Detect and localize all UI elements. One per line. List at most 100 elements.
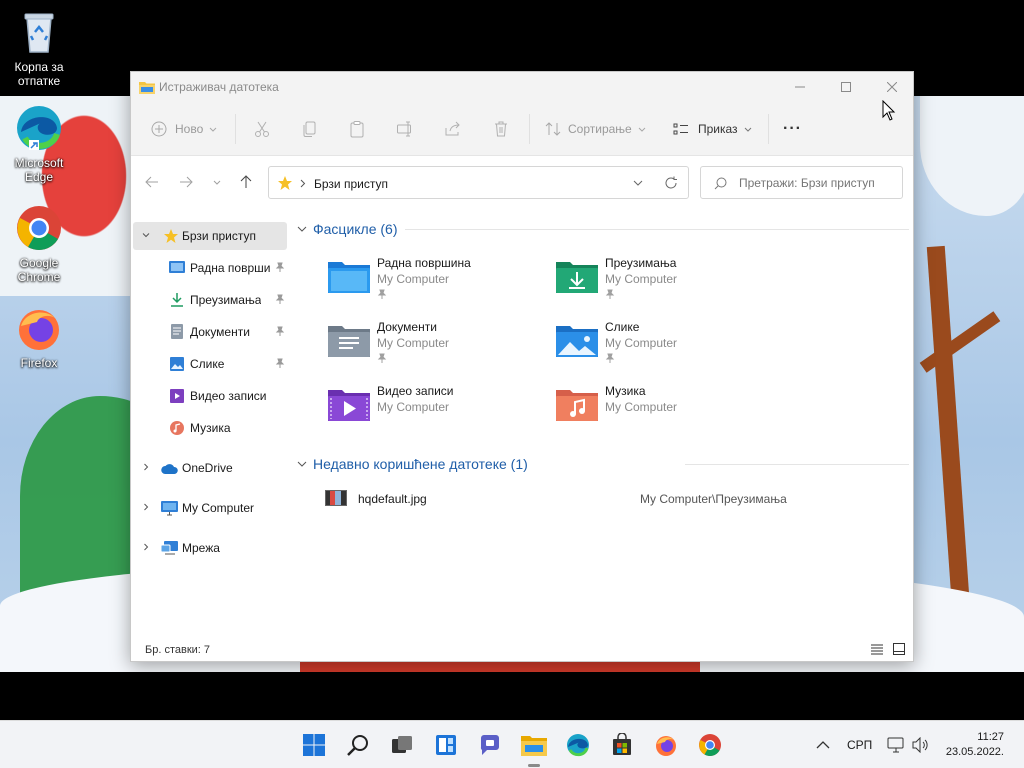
search-box[interactable] — [700, 166, 903, 199]
volume-button[interactable] — [912, 721, 930, 768]
close-button[interactable] — [869, 72, 915, 102]
nav-item-network[interactable]: Мрежа — [133, 534, 287, 562]
command-bar: Ново Сортирање Приказ ··· — [131, 102, 913, 156]
folders-group-header[interactable]: Фасцикле (6) — [297, 218, 398, 240]
pin-icon — [275, 325, 285, 339]
copy-icon — [303, 121, 316, 137]
pictures-icon — [170, 357, 184, 374]
maximize-button[interactable] — [823, 72, 869, 102]
recent-locations-button[interactable] — [206, 172, 228, 192]
image-thumbnail-icon — [325, 490, 347, 506]
folder-tile-documents[interactable]: Документи My Computer — [327, 318, 547, 374]
downloads-icon — [169, 293, 185, 310]
pin-icon — [275, 357, 285, 371]
clock-date: 23.05.2022. — [945, 746, 1004, 758]
desktop-icon-recycle-bin[interactable]: Корпа за отпатке — [1, 8, 77, 88]
desktop-icon-chrome[interactable]: Google Chrome — [1, 204, 77, 284]
taskbar-edge[interactable] — [564, 731, 592, 759]
desktop-icon-label: Корпа за отпатке — [14, 60, 64, 88]
downloads-folder-icon — [556, 262, 598, 293]
paste-button[interactable] — [348, 102, 366, 156]
forward-button[interactable] — [175, 172, 197, 192]
share-button[interactable] — [444, 102, 462, 156]
star-icon — [278, 176, 292, 190]
recent-file-row[interactable]: hqdefault.jpg My Computer\Преузимања — [323, 488, 903, 512]
firefox-icon — [15, 304, 63, 352]
recent-file-path: My Computer\Преузимања — [640, 492, 787, 506]
new-button[interactable]: Ново — [151, 102, 218, 156]
search-input[interactable] — [739, 176, 899, 190]
minimize-button[interactable] — [777, 72, 823, 102]
chevron-down-icon[interactable] — [633, 179, 643, 187]
address-bar[interactable]: Брзи приступ — [268, 166, 689, 199]
show-hidden-icons-button[interactable] — [816, 721, 830, 768]
widgets-button[interactable] — [432, 731, 460, 759]
sort-button[interactable]: Сортирање — [545, 102, 647, 156]
task-view-button[interactable] — [388, 731, 416, 759]
widgets-icon — [436, 735, 456, 755]
network-status-button[interactable] — [887, 721, 905, 768]
desktop-icon-edge[interactable]: Microsoft Edge — [1, 104, 77, 184]
music-folder-icon — [556, 390, 598, 421]
delete-button[interactable] — [492, 102, 510, 156]
details-view-icon — [871, 644, 883, 655]
recent-group-header[interactable]: Недавно коришћене датотеке (1) — [297, 453, 528, 475]
rename-icon — [397, 121, 411, 137]
refresh-icon[interactable] — [664, 176, 678, 190]
chevron-down-icon — [638, 127, 646, 132]
folder-tile-music[interactable]: Музика My Computer — [555, 382, 775, 438]
nav-item-label: Слике — [190, 357, 225, 371]
taskbar-store[interactable] — [608, 731, 636, 759]
mouse-cursor — [882, 99, 896, 124]
nav-item-onedrive[interactable]: OneDrive — [133, 454, 287, 482]
nav-item-documents[interactable]: Документи — [133, 318, 287, 346]
nav-item-music[interactable]: Музика — [133, 414, 287, 442]
folder-tile-pictures[interactable]: Слике My Computer — [555, 318, 775, 374]
cut-button[interactable] — [253, 102, 271, 156]
address-row: Брзи приступ — [131, 156, 913, 208]
task-view-icon — [392, 736, 412, 753]
folder-tile-downloads[interactable]: Преузимања My Computer — [555, 254, 775, 310]
nav-item-quick-access[interactable]: Брзи приступ — [133, 222, 287, 250]
back-button[interactable] — [141, 172, 163, 192]
rename-button[interactable] — [396, 102, 414, 156]
chevron-down-icon[interactable] — [141, 230, 151, 243]
taskbar-file-explorer[interactable] — [520, 731, 548, 767]
maximize-icon — [841, 82, 851, 92]
folder-tile-desktop[interactable]: Радна површина My Computer — [327, 254, 547, 310]
pin-icon — [275, 293, 285, 307]
desktop-icon-label: Google Chrome — [17, 256, 61, 284]
tiles-view-icon — [893, 643, 905, 655]
taskbar-chrome[interactable] — [696, 731, 724, 759]
up-button[interactable] — [235, 172, 257, 192]
chevron-right-icon[interactable] — [141, 542, 151, 555]
chat-button[interactable] — [476, 731, 504, 759]
taskbar-firefox[interactable] — [652, 731, 680, 759]
search-button[interactable] — [344, 731, 372, 759]
more-options-button[interactable]: ··· — [783, 102, 802, 156]
chevron-down-icon — [297, 461, 307, 467]
nav-item-pictures[interactable]: Слике — [133, 350, 287, 378]
chevron-right-icon[interactable] — [141, 462, 151, 475]
details-view-button[interactable] — [871, 644, 883, 658]
desktop-icon-firefox[interactable]: Firefox — [1, 304, 77, 370]
tiles-view-button[interactable] — [893, 643, 905, 658]
nav-item-videos[interactable]: Видео записи — [133, 382, 287, 410]
start-button[interactable] — [300, 731, 328, 759]
title-bar[interactable]: Истраживач датотека — [131, 72, 913, 102]
nav-item-desktop[interactable]: Радна површи — [133, 254, 287, 282]
clock[interactable]: 11:27 23.05.2022. — [946, 730, 1004, 760]
nav-item-this-pc[interactable]: My Computer — [133, 494, 287, 522]
nav-item-label: Радна површи — [190, 261, 271, 275]
view-button[interactable]: Приказ — [673, 102, 753, 156]
copy-button[interactable] — [301, 102, 319, 156]
edge-icon — [567, 734, 589, 757]
language-label: СРП — [847, 738, 873, 752]
folder-icon — [521, 736, 547, 756]
nav-item-label: OneDrive — [182, 461, 233, 475]
chevron-right-icon[interactable] — [141, 502, 151, 515]
nav-item-downloads[interactable]: Преузимања — [133, 286, 287, 314]
videos-icon — [170, 389, 184, 406]
language-indicator[interactable]: СРП — [847, 721, 872, 768]
folder-tile-videos[interactable]: Видео записи My Computer — [327, 382, 547, 438]
